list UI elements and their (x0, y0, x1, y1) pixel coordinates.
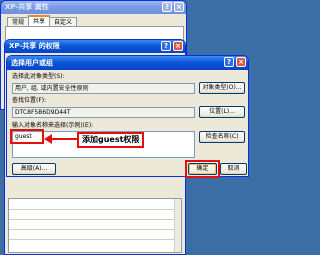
names-input-highlight (10, 129, 44, 144)
location-label: 查找位置(F): (12, 97, 47, 104)
permissions-titlebar[interactable]: XP-共享 的权限 ? × (5, 40, 185, 53)
object-types-button[interactable]: 对象类型(O)... (199, 82, 245, 94)
tab-general[interactable]: 常规 (7, 17, 30, 26)
help-button[interactable]: ? (162, 2, 172, 12)
dialog-title: 选择用户或组 (11, 59, 53, 67)
close-button[interactable]: × (173, 41, 183, 51)
tab-sharing[interactable]: 共享 (28, 15, 51, 26)
select-users-dialog: 选择用户或组 ? × 选择此对象类型(S): 用户, 组, 或内置安全性原则 对… (6, 55, 249, 177)
list-row-divider (9, 209, 174, 210)
list-row-divider (9, 219, 174, 220)
annotation-label: 添加guest权限 (77, 132, 145, 148)
close-button[interactable]: × (174, 2, 184, 12)
close-button[interactable]: × (236, 57, 246, 67)
check-names-button[interactable]: 检查名称(C) (199, 131, 245, 143)
ok-button-highlight (185, 160, 220, 178)
list-row-divider (9, 229, 174, 230)
permissions-list-area (8, 198, 182, 253)
dialog-titlebar[interactable]: 选择用户或组 ? × (7, 56, 248, 70)
location-button[interactable]: 位置(L)... (199, 106, 245, 118)
object-type-label: 选择此对象类型(S): (12, 73, 65, 80)
properties-titlebar[interactable]: XP-共享 属性 ? × (1, 1, 186, 14)
permissions-title: XP-共享 的权限 (9, 42, 60, 50)
properties-title: XP-共享 属性 (5, 3, 49, 11)
advanced-button[interactable]: 高级(A)... (12, 163, 56, 175)
location-field: DTC8F5B6D9D44T (12, 107, 195, 118)
list-row-divider (9, 239, 174, 240)
help-button[interactable]: ? (224, 57, 234, 67)
tab-custom[interactable]: 自定义 (49, 17, 78, 26)
cancel-button[interactable]: 取消 (220, 163, 247, 175)
list-scrollbar[interactable] (174, 199, 181, 252)
help-button[interactable]: ? (161, 41, 171, 51)
object-type-field: 用户, 组, 或内置安全性原则 (12, 83, 195, 94)
